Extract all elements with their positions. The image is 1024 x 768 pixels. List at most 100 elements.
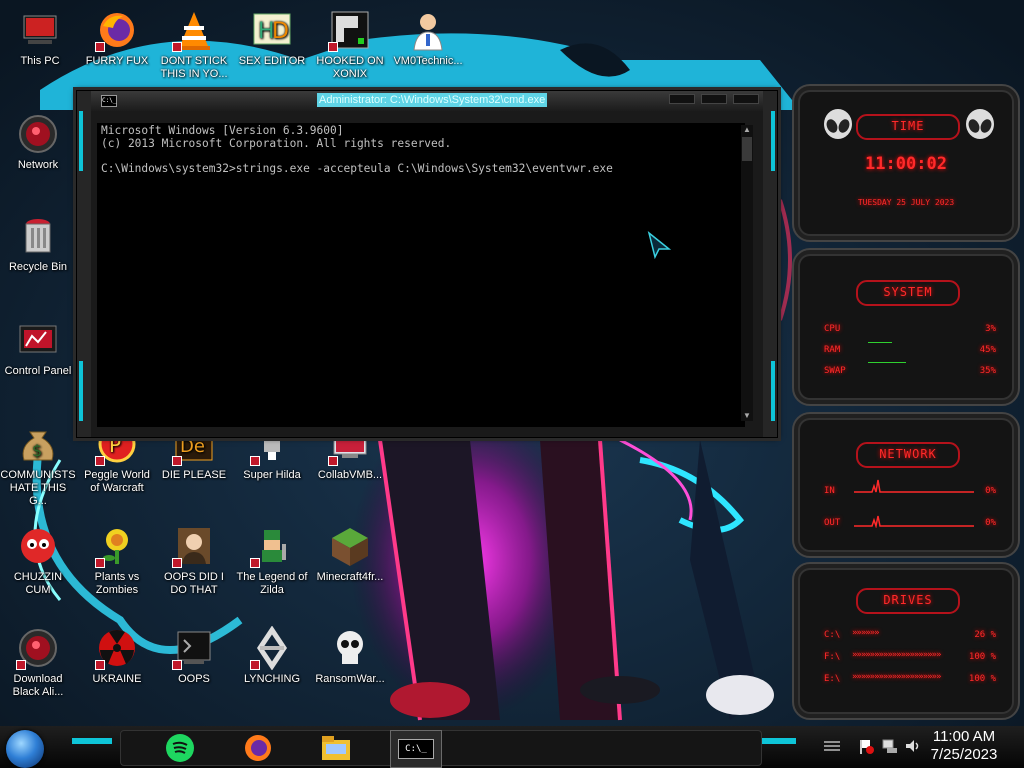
svg-text:D: D bbox=[272, 19, 289, 44]
desktop-icon-sex-editor[interactable]: HD SEX EDITOR bbox=[234, 8, 310, 68]
frame-accent bbox=[79, 361, 83, 421]
vertical-scrollbar[interactable]: ▲ ▼ bbox=[741, 125, 753, 421]
time-gadget[interactable]: TIME 11:00:02 TUESDAY 25 JULY 2023 bbox=[792, 84, 1020, 242]
desktop-icon-download-black-ali[interactable]: Download Black Ali... bbox=[0, 626, 76, 699]
window-controls bbox=[669, 94, 759, 104]
show-hidden-icons-icon[interactable] bbox=[822, 738, 842, 752]
cmd-titlebar[interactable]: C:\_ Administrator: C:\Windows\System32\… bbox=[91, 91, 763, 111]
desktop-icon-furry-fux[interactable]: FURRY FUX bbox=[79, 8, 155, 68]
net-out-graph bbox=[854, 515, 974, 528]
maximize-button[interactable] bbox=[701, 94, 727, 104]
taskbar-file-explorer[interactable] bbox=[316, 730, 356, 766]
desktop-icon-label: SEX EDITOR bbox=[238, 55, 306, 67]
mouse-cursor-icon bbox=[647, 231, 671, 259]
desktop-icon-oops-did-i[interactable]: OOPS DID I DO THAT bbox=[156, 524, 232, 597]
desktop-icon-this-pc[interactable]: This PC bbox=[2, 8, 78, 68]
close-button[interactable] bbox=[733, 94, 759, 104]
desktop-icon-legend-zilda[interactable]: The Legend of Zilda bbox=[234, 524, 310, 597]
minecraft-block-icon bbox=[332, 528, 368, 566]
shortcut-arrow-icon bbox=[328, 456, 338, 466]
system-gadget[interactable]: SYSTEM CPU 3% RAM 45% SWAP 35% bbox=[792, 248, 1020, 406]
desktop-icon-label: LYNCHING bbox=[243, 673, 301, 685]
desktop-icon-ukraine[interactable]: UKRAINE bbox=[79, 626, 155, 686]
shortcut-arrow-icon bbox=[250, 660, 260, 670]
taskbar-firefox[interactable] bbox=[238, 730, 278, 766]
scroll-down-icon[interactable]: ▼ bbox=[742, 411, 752, 421]
volume-icon[interactable] bbox=[904, 738, 922, 754]
drives-gadget[interactable]: DRIVES C:\ 26 % F:\ 100 % E:\ 100 % »»»»… bbox=[792, 562, 1020, 720]
desktop-icon-minecraft[interactable]: Minecraft4fr... bbox=[312, 524, 388, 584]
scroll-thumb[interactable] bbox=[742, 137, 752, 161]
console-output[interactable]: Microsoft Windows [Version 6.3.9600] (c) … bbox=[97, 123, 745, 427]
desktop-icon-control-panel[interactable]: Control Panel bbox=[0, 318, 76, 378]
shortcut-arrow-icon bbox=[16, 660, 26, 670]
drive-value: 26 % bbox=[974, 630, 996, 640]
desktop-icon-chuzzin[interactable]: CHUZZIN CUM bbox=[0, 524, 76, 597]
ram-bar bbox=[868, 342, 892, 343]
cpu-value: 3% bbox=[985, 324, 996, 334]
money-bag-icon: $ bbox=[22, 431, 54, 461]
desktop-icon-hooked-on-xonix[interactable]: HOOKED ON XONIX bbox=[312, 8, 388, 81]
scroll-up-icon[interactable]: ▲ bbox=[742, 125, 752, 135]
desktop-icon-network[interactable]: Network bbox=[0, 112, 76, 172]
net-in-graph bbox=[854, 479, 974, 493]
shortcut-arrow-icon bbox=[95, 558, 105, 568]
firefox-icon bbox=[245, 735, 271, 761]
desktop-icon-label: This PC bbox=[20, 55, 60, 67]
frame-accent bbox=[771, 361, 775, 421]
gadget-clock: 11:00:02 bbox=[865, 154, 947, 174]
desktop-icon-label: Super Hilda bbox=[243, 469, 301, 481]
net-out-label: OUT bbox=[824, 518, 841, 528]
desktop-icon-label: Recycle Bin bbox=[8, 261, 68, 273]
chuzzle-icon bbox=[21, 529, 55, 563]
shortcut-arrow-icon bbox=[172, 456, 182, 466]
taskbar-spotify[interactable] bbox=[160, 730, 200, 766]
desktop-icon-communists[interactable]: $ COMMUNISTS HATE THIS G... bbox=[0, 422, 76, 508]
frame-accent bbox=[79, 111, 83, 171]
desktop-icon-label: COMMUNISTS HATE THIS G... bbox=[0, 469, 76, 507]
hex-editor-icon: HD bbox=[253, 13, 291, 45]
desktop-icon-pvz[interactable]: Plants vs Zombies bbox=[79, 524, 155, 597]
network-gadget[interactable]: NETWORK IN 0% OUT 0% bbox=[792, 412, 1020, 558]
desktop-icon-vm0technic[interactable]: VM0Technic... bbox=[390, 8, 466, 68]
desktop-icon-label: Minecraft4fr... bbox=[316, 571, 384, 583]
console-line: Microsoft Windows [Version 6.3.9600] bbox=[101, 124, 344, 137]
desktop-icon-label: DIE PLEASE bbox=[161, 469, 227, 481]
cmd-icon[interactable]: C:\_ bbox=[101, 95, 117, 107]
shortcut-arrow-icon bbox=[95, 660, 105, 670]
desktop-icon-label: CollabVMB... bbox=[317, 469, 383, 481]
desktop-icon-lynching[interactable]: LYNCHING bbox=[234, 626, 310, 686]
desktop-icon-label: Peggle World of Warcraft bbox=[84, 469, 150, 494]
action-center-flag-icon[interactable] bbox=[858, 738, 874, 754]
skull-icon bbox=[337, 631, 363, 664]
window-title: Administrator: C:\Windows\System32\cmd.e… bbox=[317, 93, 548, 107]
drive-label: F:\ bbox=[824, 652, 841, 662]
drives-header: DRIVES bbox=[856, 588, 960, 614]
desktop-icon-label: OOPS bbox=[178, 673, 210, 685]
drive-usage-bar: »»»»»»»»»»»»»»»»»»»» bbox=[852, 672, 941, 682]
desktop-icon-ransomware[interactable]: RansomWar... bbox=[312, 626, 388, 686]
network-header: NETWORK bbox=[856, 442, 960, 468]
desktop-icon-label: RansomWar... bbox=[315, 673, 385, 685]
taskbar-cmd[interactable]: C:\_ bbox=[390, 730, 442, 768]
desktop-icon-oops[interactable]: OOPS bbox=[156, 626, 232, 686]
cmd-window[interactable]: C:\_ Administrator: C:\Windows\System32\… bbox=[76, 90, 778, 438]
desktop-icon-recycle-bin[interactable]: Recycle Bin bbox=[0, 214, 76, 274]
spotify-icon bbox=[166, 734, 194, 762]
start-button[interactable] bbox=[6, 730, 44, 768]
desktop-icon-label: Network bbox=[17, 159, 59, 171]
network-status-icon[interactable] bbox=[882, 738, 898, 754]
shortcut-arrow-icon bbox=[172, 660, 182, 670]
folder-icon bbox=[322, 736, 350, 760]
drive-usage-bar: »»»»»» bbox=[852, 628, 879, 638]
recycle-bin-icon bbox=[25, 219, 51, 253]
desktop-icon-dont-stick[interactable]: DONT STICK THIS IN YO... bbox=[156, 8, 232, 81]
drive-label: C:\ bbox=[824, 630, 841, 640]
desktop-icon-label: UKRAINE bbox=[92, 673, 142, 685]
doctor-icon bbox=[413, 14, 443, 51]
minimize-button[interactable] bbox=[669, 94, 695, 104]
swap-bar bbox=[868, 362, 906, 363]
taskbar-clock[interactable]: 11:00 AM 7/25/2023 bbox=[924, 728, 1004, 764]
net-in-value: 0% bbox=[985, 486, 996, 496]
